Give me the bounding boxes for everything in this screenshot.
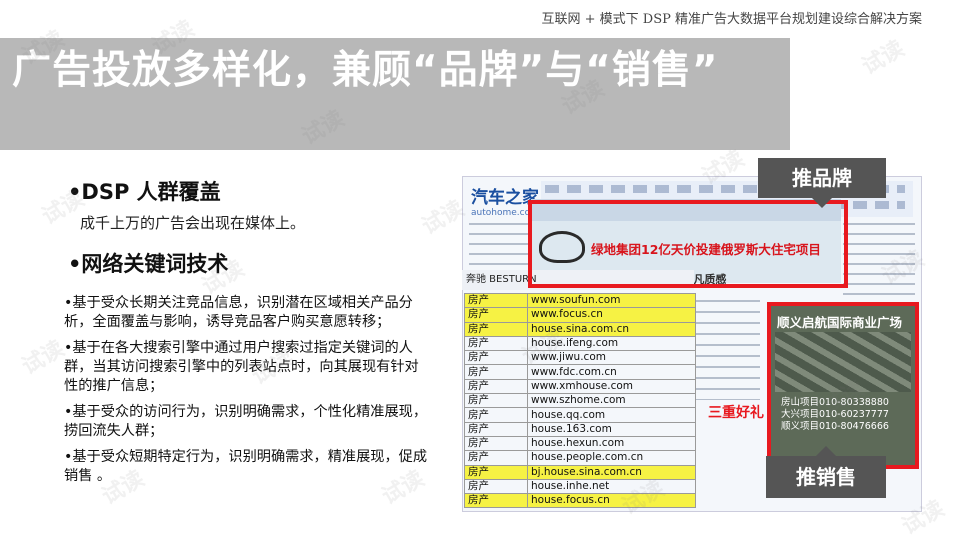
url-cell: www.focus.cn (527, 307, 696, 323)
category-cell: 房产 (464, 407, 528, 423)
sales-ad-phone: 顺义项目010-80476666 (781, 421, 889, 432)
brand-label-text: 推品牌 (792, 166, 852, 190)
table-row: 房产 house.inhe.net (464, 478, 696, 495)
table-row: 房产 house.ifeng.com (464, 335, 696, 352)
table-row: 房产 www.jiwu.com (464, 350, 696, 366)
bullet-item: •基于受众短期特定行为，识别明确需求，精准展现，促成销售 。 (64, 449, 428, 484)
url-cell: www.soufun.com (527, 292, 696, 309)
url-cell: house.people.com.cn (527, 450, 696, 466)
table-row: 房产 www.focus.cn (464, 307, 696, 323)
brand-label: 推品牌 (758, 158, 886, 208)
category-cell: 房产 (464, 421, 528, 437)
url-cell: house.ifeng.com (527, 335, 696, 352)
table-row: 房产 house.hexun.com (464, 435, 696, 452)
table-row: 房产 www.szhome.com (464, 393, 696, 409)
news-column (469, 223, 533, 303)
bullet-list: •基于受众长期关注竞品信息，识别潜在区域相关产品分析，全面覆盖与影响，诱导竞品客… (64, 294, 432, 493)
table-row: 房产 house.focus.cn (464, 493, 696, 509)
url-cell: house.focus.cn (527, 493, 696, 509)
slide-title: 广告投放多样化，兼顾“品牌”与“销售” (12, 48, 719, 93)
category-cell: 房产 (464, 478, 528, 495)
url-cell: www.szhome.com (527, 393, 696, 409)
bullet-item: •基于受众的访问行为，识别明确需求，个性化精准展现，捞回流失人群； (64, 404, 428, 439)
sales-ad-title: 顺义启航国际商业广场 (777, 315, 903, 330)
document-caption: 互联网 + 模式下 DSP 精准广告大数据平台规划建设综合解决方案 (541, 12, 923, 27)
category-cell: 房产 (464, 464, 528, 480)
category-cell: 房产 (464, 493, 528, 509)
bullet-item: •基于在各大搜索引擎中通过用户搜索过指定关键词的人群，当其访问搜索引擎中的列表站… (64, 340, 419, 394)
listing-column (696, 300, 760, 400)
category-cell: 房产 (464, 307, 528, 323)
sales-ad-box: 顺义启航国际商业广场 房山项目010-80338880 大兴项目010-6023… (767, 302, 919, 469)
sites-table: 房产 www.soufun.com 房产 www.focus.cn 房产 house.si… (464, 292, 696, 509)
brand-label-arrow-icon (812, 198, 832, 208)
table-row: 房产 house.people.com.cn (464, 450, 696, 466)
brand-highlight-box (528, 200, 848, 288)
bullet-item: •基于受众长期关注竞品信息，识别潜在区域相关产品分析，全面覆盖与影响，诱导竞品客… (64, 295, 413, 330)
category-cell: 房产 (464, 350, 528, 366)
dsp-coverage-desc: 成千上万的广告会出现在媒体上。 (80, 214, 306, 232)
sales-label-arrow-icon (816, 446, 836, 456)
category-cell: 房产 (464, 378, 528, 395)
url-cell: house.hexun.com (527, 435, 696, 452)
table-row: 房产 house.sina.com.cn (464, 321, 696, 337)
side-column (843, 223, 915, 299)
table-row: 房产 house.qq.com (464, 407, 696, 423)
promo-text: 三重好礼 (708, 405, 764, 421)
sales-label: 推销售 (766, 446, 886, 498)
category-cell: 房产 (464, 435, 528, 452)
table-row: 房产 www.fdc.com.cn (464, 364, 696, 380)
category-cell: 房产 (464, 450, 528, 466)
table-row: 房产 www.xmhouse.com (464, 378, 696, 395)
heading-keyword-tech: •网络关键词技术 (68, 252, 229, 276)
url-cell: house.qq.com (527, 407, 696, 423)
category-cell: 房产 (464, 364, 528, 380)
table-row: 房产 bj.house.sina.com.cn (464, 464, 696, 480)
url-cell: house.inhe.net (527, 478, 696, 495)
url-cell: bj.house.sina.com.cn (527, 464, 696, 480)
sales-label-text: 推销售 (796, 465, 856, 489)
url-cell: www.jiwu.com (527, 350, 696, 366)
category-cell: 房产 (464, 321, 528, 337)
table-row: 房产 house.163.com (464, 421, 696, 437)
category-cell: 房产 (464, 292, 528, 309)
category-cell: 房产 (464, 393, 528, 409)
watermark-text: 试读 (857, 36, 909, 80)
url-cell: www.fdc.com.cn (527, 364, 696, 380)
heading-dsp-coverage: •DSP 人群覆盖 (68, 180, 221, 204)
url-cell: www.xmhouse.com (527, 378, 696, 395)
category-cell: 房产 (464, 335, 528, 352)
watermark-text: 试读 (17, 336, 69, 380)
url-cell: house.sina.com.cn (527, 321, 696, 337)
table-row: 房产 www.soufun.com (464, 292, 696, 309)
watermark-text: 试读 (417, 196, 469, 240)
url-cell: house.163.com (527, 421, 696, 437)
sales-ad-photo (775, 332, 911, 392)
